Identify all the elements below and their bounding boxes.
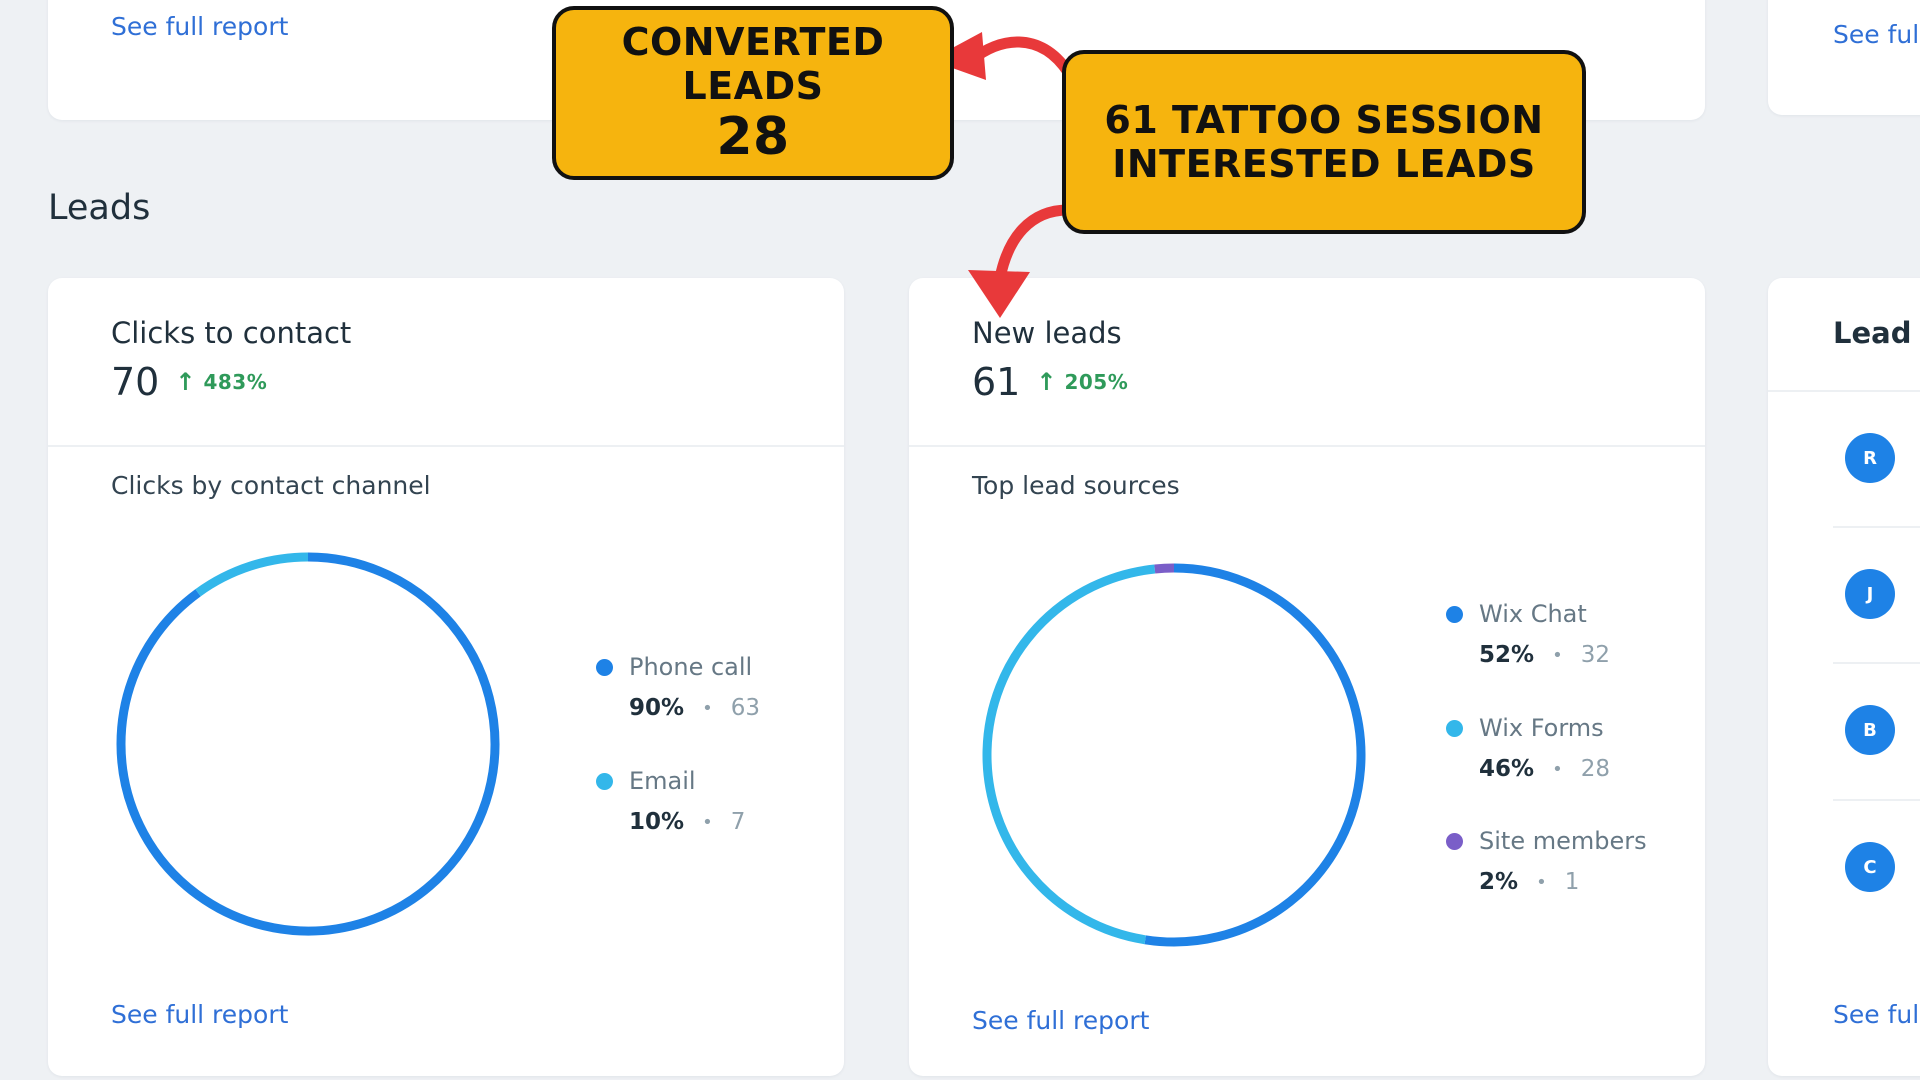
converted-leads-callout: CONVERTED LEADS 28 [552,6,954,180]
arrow-to-new-leads-icon [994,204,1074,284]
annotation-arrows [930,32,1074,318]
arrow-to-converted-icon [966,36,1074,78]
callout-line: CONVERTED [621,20,885,64]
callout-line: LEADS [682,64,824,108]
callout-line: INTERESTED LEADS [1112,142,1536,186]
callout-line: 61 TATTOO SESSION [1104,98,1544,142]
callout-value: 28 [716,107,790,167]
arrowhead-icon [968,270,1030,318]
interested-leads-callout: 61 TATTOO SESSION INTERESTED LEADS [1062,50,1586,234]
